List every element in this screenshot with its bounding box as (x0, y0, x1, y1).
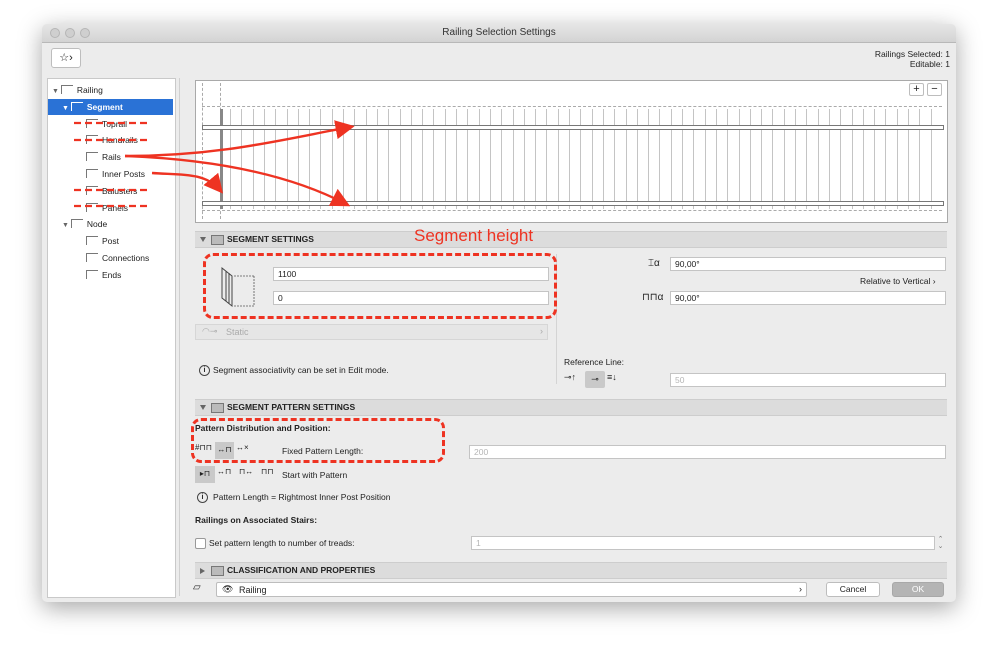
annotation-arrows (74, 120, 355, 208)
rails-to-bottom-rail-arrow (124, 154, 351, 207)
strike-lines (74, 121, 150, 208)
inner-posts-arrow (151, 171, 224, 194)
rails-to-top-rail-arrow (124, 120, 355, 158)
